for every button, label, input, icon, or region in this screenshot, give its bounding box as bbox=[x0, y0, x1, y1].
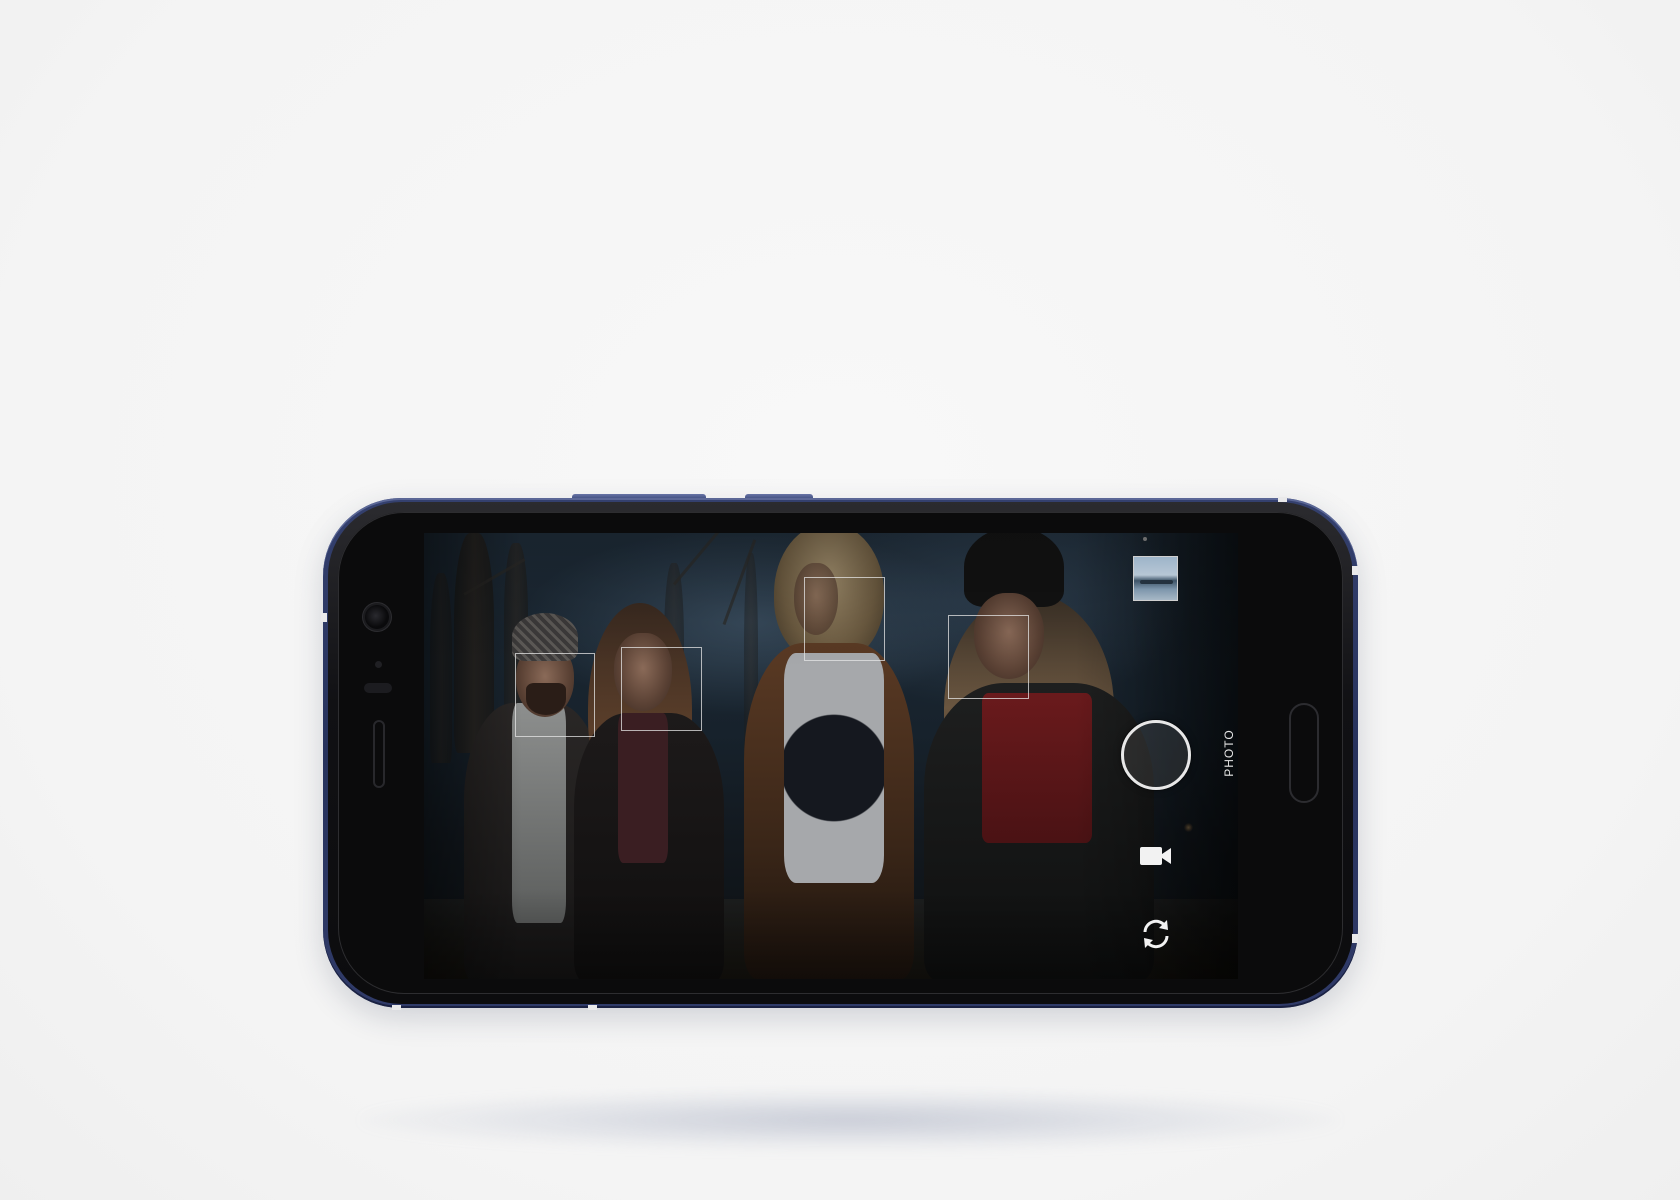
mode-label-photo[interactable]: PHOTO bbox=[1222, 723, 1238, 783]
proximity-sensor bbox=[375, 661, 382, 668]
phone-shadow bbox=[360, 1090, 1340, 1150]
earpiece bbox=[364, 683, 392, 693]
speaker-grille bbox=[373, 720, 385, 788]
face-detection-box bbox=[804, 577, 885, 661]
switch-camera-icon[interactable] bbox=[1136, 914, 1176, 954]
gallery-thumbnail[interactable] bbox=[1133, 556, 1178, 601]
front-camera-icon bbox=[365, 605, 389, 629]
thumbnail-landscape bbox=[1140, 580, 1173, 584]
antenna-line bbox=[1352, 566, 1358, 575]
home-button[interactable] bbox=[1289, 703, 1319, 803]
antenna-line bbox=[321, 613, 327, 622]
face-detection-box bbox=[948, 615, 1029, 699]
status-indicator bbox=[1143, 537, 1147, 541]
antenna-line bbox=[392, 1005, 401, 1010]
face-detection-box bbox=[515, 653, 595, 737]
antenna-line bbox=[1278, 497, 1287, 502]
shutter-button[interactable] bbox=[1121, 720, 1191, 790]
antenna-line bbox=[1352, 934, 1358, 943]
camera-viewfinder[interactable] bbox=[424, 533, 1238, 979]
face-detection-box bbox=[621, 647, 702, 731]
video-camera-icon[interactable] bbox=[1138, 843, 1174, 869]
background: PHOTO bbox=[0, 0, 1680, 1200]
antenna-line bbox=[588, 1005, 597, 1010]
